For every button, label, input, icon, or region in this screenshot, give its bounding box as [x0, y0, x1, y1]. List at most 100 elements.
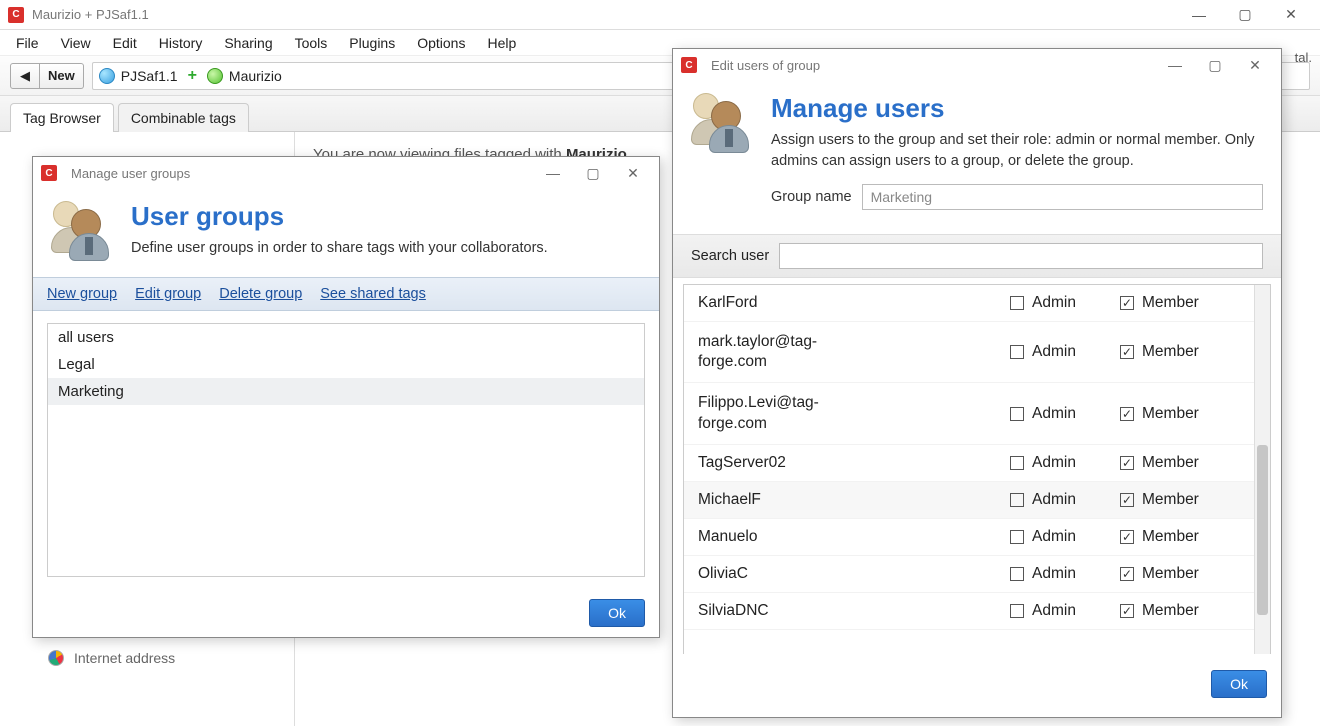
minimize-button[interactable]: — — [1155, 57, 1195, 73]
close-button[interactable]: ✕ — [1235, 57, 1275, 74]
admin-checkbox[interactable] — [1010, 296, 1024, 310]
user-row[interactable]: KarlFordAdminMember — [684, 285, 1254, 322]
tab-combinable-tags[interactable]: Combinable tags — [118, 103, 249, 132]
admin-checkbox[interactable] — [1010, 407, 1024, 421]
ok-button[interactable]: Ok — [1211, 670, 1267, 698]
close-button[interactable]: ✕ — [613, 165, 653, 182]
member-checkbox[interactable] — [1120, 345, 1134, 359]
member-checkbox[interactable] — [1120, 296, 1134, 310]
member-label: Member — [1142, 454, 1199, 472]
admin-checkbox[interactable] — [1010, 604, 1024, 618]
edit-group-link[interactable]: Edit group — [135, 286, 201, 302]
menu-help[interactable]: Help — [477, 32, 526, 54]
user-row[interactable]: ManueloAdminMember — [684, 519, 1254, 556]
admin-checkbox[interactable] — [1010, 345, 1024, 359]
member-checkbox[interactable] — [1120, 456, 1134, 470]
breadcrumb-item-2[interactable]: Maurizio — [229, 68, 282, 84]
user-row[interactable]: TagServer02 Admin Member — [684, 445, 1254, 482]
user-row[interactable]: mark.taylor@tag-forge.comAdminMember — [684, 322, 1254, 383]
new-button[interactable]: New — [40, 63, 84, 89]
delete-group-link[interactable]: Delete group — [219, 286, 302, 302]
groups-list[interactable]: all users Legal Marketing — [47, 323, 645, 577]
back-button[interactable]: ◀ — [10, 63, 40, 89]
people-icon — [51, 199, 115, 263]
admin-label: Admin — [1032, 491, 1076, 509]
search-user-input[interactable] — [779, 243, 1263, 269]
plus-icon[interactable]: + — [188, 67, 197, 85]
member-checkbox[interactable] — [1120, 407, 1134, 421]
tag-icon — [207, 68, 223, 84]
ok-button[interactable]: Ok — [589, 599, 645, 627]
groups-dialog: C Manage user groups — ▢ ✕ User groups D… — [32, 156, 660, 638]
menu-sharing[interactable]: Sharing — [214, 32, 282, 54]
see-shared-tags-link[interactable]: See shared tags — [320, 286, 426, 302]
admin-label: Admin — [1032, 343, 1076, 361]
user-row[interactable]: MichaelFAdminMember — [684, 482, 1254, 519]
people-icon — [691, 91, 755, 155]
maximize-button[interactable]: ▢ — [573, 165, 613, 182]
admin-label: Admin — [1032, 405, 1076, 423]
groups-dialog-titlebar[interactable]: C Manage user groups — ▢ ✕ — [33, 157, 659, 189]
window-title: Maurizio + PJSaf1.1 — [32, 7, 1176, 22]
menu-edit[interactable]: Edit — [103, 32, 147, 54]
scrollbar-thumb[interactable] — [1257, 445, 1268, 615]
admin-checkbox[interactable] — [1010, 456, 1024, 470]
user-row[interactable]: SilviaDNCAdminMember — [684, 593, 1254, 630]
groups-heading: User groups — [131, 201, 548, 232]
search-row: Search user — [673, 234, 1281, 278]
member-checkbox[interactable] — [1120, 530, 1134, 544]
user-row[interactable]: Filippo.Levi@tag-forge.com Admin Member — [684, 383, 1254, 444]
user-name: MichaelF — [698, 490, 1010, 510]
admin-checkbox[interactable] — [1010, 493, 1024, 507]
users-heading: Manage users — [771, 93, 1263, 124]
world-icon — [99, 68, 115, 84]
new-group-link[interactable]: New group — [47, 286, 117, 302]
truncated-text: tal. — [1295, 50, 1312, 65]
admin-checkbox[interactable] — [1010, 567, 1024, 581]
users-dialog-titlebar[interactable]: C Edit users of group — ▢ ✕ — [673, 49, 1281, 81]
search-user-label: Search user — [691, 248, 769, 264]
users-dialog-title: Edit users of group — [711, 58, 1155, 73]
globe-icon — [48, 650, 64, 666]
maximize-button[interactable]: ▢ — [1195, 57, 1235, 74]
admin-label: Admin — [1032, 454, 1076, 472]
list-item[interactable]: Marketing — [48, 378, 644, 405]
list-item[interactable]: all users — [48, 324, 644, 351]
breadcrumb-item-1[interactable]: PJSaf1.1 — [121, 68, 178, 84]
menu-tools[interactable]: Tools — [285, 32, 338, 54]
users-dialog: C Edit users of group — ▢ ✕ Manage users… — [672, 48, 1282, 718]
member-label: Member — [1142, 565, 1199, 583]
admin-checkbox[interactable] — [1010, 530, 1024, 544]
maximize-button[interactable]: ▢ — [1222, 0, 1268, 30]
user-name: TagServer02 — [698, 453, 1010, 473]
member-label: Member — [1142, 528, 1199, 546]
member-checkbox[interactable] — [1120, 604, 1134, 618]
menu-view[interactable]: View — [51, 32, 101, 54]
minimize-button[interactable]: — — [1176, 0, 1222, 30]
user-name: OliviaC — [698, 564, 1010, 584]
member-label: Member — [1142, 343, 1199, 361]
menu-plugins[interactable]: Plugins — [339, 32, 405, 54]
member-label: Member — [1142, 602, 1199, 620]
menu-file[interactable]: File — [6, 32, 49, 54]
menu-history[interactable]: History — [149, 32, 213, 54]
group-name-input[interactable] — [862, 184, 1263, 210]
user-row[interactable]: OliviaCAdminMember — [684, 556, 1254, 593]
app-icon: C — [681, 57, 697, 73]
member-label: Member — [1142, 294, 1199, 312]
internet-address-row[interactable]: Internet address — [48, 650, 175, 666]
scrollbar[interactable] — [1254, 285, 1270, 654]
user-name: Manuelo — [698, 527, 1010, 547]
group-name-label: Group name — [771, 189, 852, 205]
internet-address-label: Internet address — [74, 650, 175, 666]
tab-tag-browser[interactable]: Tag Browser — [10, 103, 114, 132]
member-checkbox[interactable] — [1120, 567, 1134, 581]
member-label: Member — [1142, 405, 1199, 423]
groups-actionbar: New group Edit group Delete group See sh… — [33, 277, 659, 311]
close-button[interactable]: ✕ — [1268, 0, 1314, 30]
member-checkbox[interactable] — [1120, 493, 1134, 507]
user-name: Filippo.Levi@tag-forge.com — [698, 393, 1010, 433]
list-item[interactable]: Legal — [48, 351, 644, 378]
menu-options[interactable]: Options — [407, 32, 475, 54]
minimize-button[interactable]: — — [533, 165, 573, 181]
